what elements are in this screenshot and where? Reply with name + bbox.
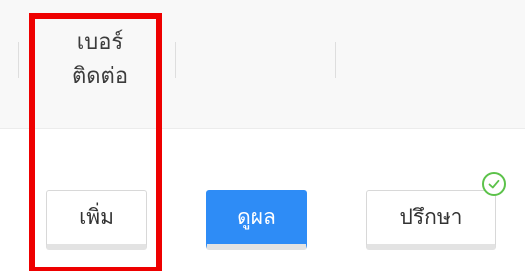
column-divider [18, 42, 19, 78]
check-circle-icon [482, 172, 506, 196]
add-button[interactable]: เพิ่ม [46, 190, 147, 250]
column-divider [175, 42, 176, 78]
view-result-button[interactable]: ดูผล [206, 190, 307, 250]
screenshot-stage: เบอร์ ติดต่อ เพิ่ม ดูผล ปรึกษา [0, 0, 525, 271]
column-header-contact-number: เบอร์ ติดต่อ [71, 30, 129, 89]
table-header-row: เบอร์ ติดต่อ [0, 0, 525, 129]
checkmark-glyph [488, 179, 500, 189]
column-divider [335, 42, 336, 78]
consult-button[interactable]: ปรึกษา [366, 190, 496, 250]
